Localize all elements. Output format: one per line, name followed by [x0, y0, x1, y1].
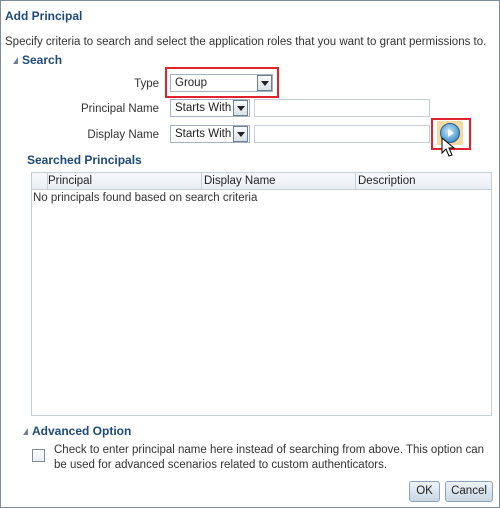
column-header-display-name[interactable]: Display Name: [204, 175, 276, 187]
chevron-down-icon: [237, 132, 245, 137]
type-label: Type: [134, 78, 159, 90]
cancel-button[interactable]: Cancel: [445, 481, 493, 502]
column-divider: [47, 173, 48, 189]
add-principal-dialog: Add Principal Specify criteria to search…: [0, 0, 500, 508]
advanced-option-title: Advanced Option: [32, 424, 132, 438]
column-divider: [355, 173, 356, 189]
type-select-value: Group: [175, 77, 207, 89]
display-name-label: Display Name: [87, 129, 159, 141]
empty-results-message: No principals found based on search crit…: [33, 192, 258, 204]
advanced-option-header[interactable]: Advanced Option: [23, 424, 131, 438]
principal-name-operator-dropdown-button[interactable]: [233, 100, 248, 116]
type-select[interactable]: Group: [170, 74, 273, 92]
principal-name-label: Principal Name: [81, 103, 159, 115]
principal-name-input[interactable]: [254, 99, 430, 117]
chevron-down-icon: [237, 106, 245, 111]
collapse-triangle-icon[interactable]: [13, 57, 18, 65]
search-section-title: Search: [22, 53, 63, 67]
dialog-title: Add Principal: [5, 9, 83, 23]
dialog-instructions: Specify criteria to search and select th…: [5, 36, 487, 48]
ok-button[interactable]: OK: [409, 481, 440, 502]
collapse-triangle-icon[interactable]: [23, 428, 28, 436]
search-section-header[interactable]: Search: [13, 53, 62, 67]
advanced-option-description: Check to enter principal name here inste…: [54, 444, 485, 471]
advanced-option-checkbox[interactable]: [32, 449, 45, 462]
play-icon: [448, 129, 454, 137]
type-dropdown-button[interactable]: [257, 75, 272, 91]
display-name-operator-value: Starts With: [175, 128, 232, 140]
column-header-description[interactable]: Description: [358, 175, 416, 187]
chevron-down-icon: [261, 81, 269, 86]
display-name-operator-dropdown-button[interactable]: [233, 126, 248, 142]
table-header: Principal Display Name Description: [32, 173, 491, 190]
mouse-pointer-icon: [441, 137, 456, 157]
column-divider: [201, 173, 202, 189]
principals-table: Principal Display Name Description No pr…: [31, 172, 492, 416]
principal-name-operator-value: Starts With: [175, 102, 232, 114]
searched-principals-title: Searched Principals: [27, 153, 142, 167]
column-header-principal[interactable]: Principal: [48, 175, 92, 187]
display-name-input[interactable]: [254, 125, 430, 143]
